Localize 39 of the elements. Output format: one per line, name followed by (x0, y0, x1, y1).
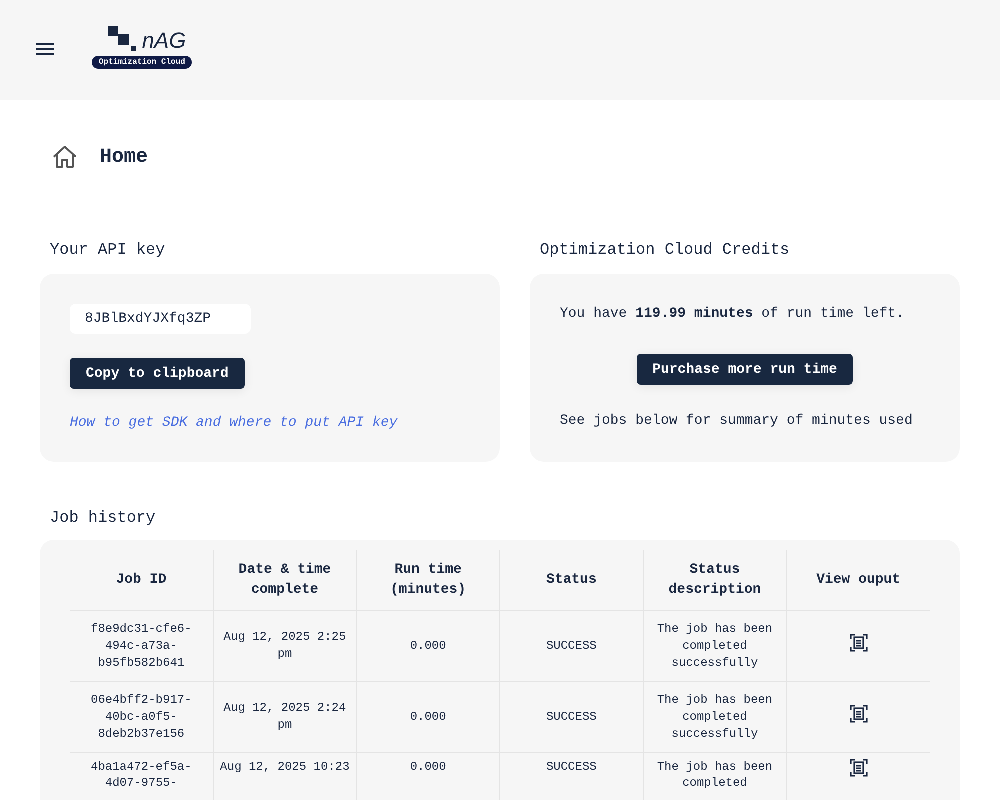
logo-text: nAG (142, 30, 186, 52)
section-heading: Your API key (49, 240, 166, 260)
column-header: Status (500, 550, 644, 610)
table-cell: SUCCESS (546, 710, 597, 724)
column-header: Status description (643, 550, 787, 610)
page-title: Home (100, 146, 148, 168)
table-cell: SUCCESS (546, 638, 597, 652)
table-cell: SUCCESS (546, 760, 597, 774)
api-key-field[interactable]: 8JBlBxdYJXfq3ZP (70, 304, 251, 334)
table-cell: The job has been completed (657, 760, 773, 790)
column-header: View ouput (786, 550, 930, 610)
section-heading: Job history (49, 508, 157, 528)
menu-icon[interactable] (36, 42, 54, 56)
table-cell: Aug 12, 2025 10:23 (220, 760, 350, 774)
table-cell: 0.000 (410, 710, 446, 724)
credits-summary: You have 119.99 minutes of run time left. (560, 305, 904, 324)
logo-badge: Optimization Cloud (92, 56, 192, 68)
column-header: Run time (minutes) (356, 550, 500, 610)
section-heading: Optimization Cloud Credits (539, 240, 791, 260)
document-view-icon[interactable] (850, 759, 868, 777)
home-icon[interactable] (52, 145, 78, 169)
document-view-icon[interactable] (850, 634, 868, 652)
table-cell: 0.000 (410, 638, 446, 652)
purchase-button[interactable]: Purchase more run time (636, 354, 854, 385)
table-cell: 4ba1a472-ef5a-4d07-9755- (91, 760, 192, 790)
table-cell: Aug 12, 2025 2:24 pm (224, 701, 346, 732)
table-cell: The job has been completed successfully (657, 622, 773, 670)
credits-note: See jobs below for summary of minutes used (560, 412, 913, 431)
column-header: Date & time complete (213, 550, 357, 610)
table-cell: f8e9dc31-cfe6-494c-a73a-b95fb582b641 (91, 622, 192, 670)
sdk-help-link[interactable]: How to get SDK and where to put API key (70, 415, 398, 431)
table-cell: Aug 12, 2025 2:25 pm (224, 630, 346, 661)
copy-button[interactable]: Copy to clipboard (70, 358, 245, 389)
table-cell: 0.000 (410, 760, 446, 774)
table-cell: The job has been completed successfully (657, 692, 773, 740)
document-view-icon[interactable] (850, 705, 868, 723)
column-header: Job ID (70, 550, 214, 610)
table-cell: 06e4bff2-b917-40bc-a0f5-8deb2b37e156 (91, 692, 192, 740)
logo-squares-icon (108, 26, 136, 52)
